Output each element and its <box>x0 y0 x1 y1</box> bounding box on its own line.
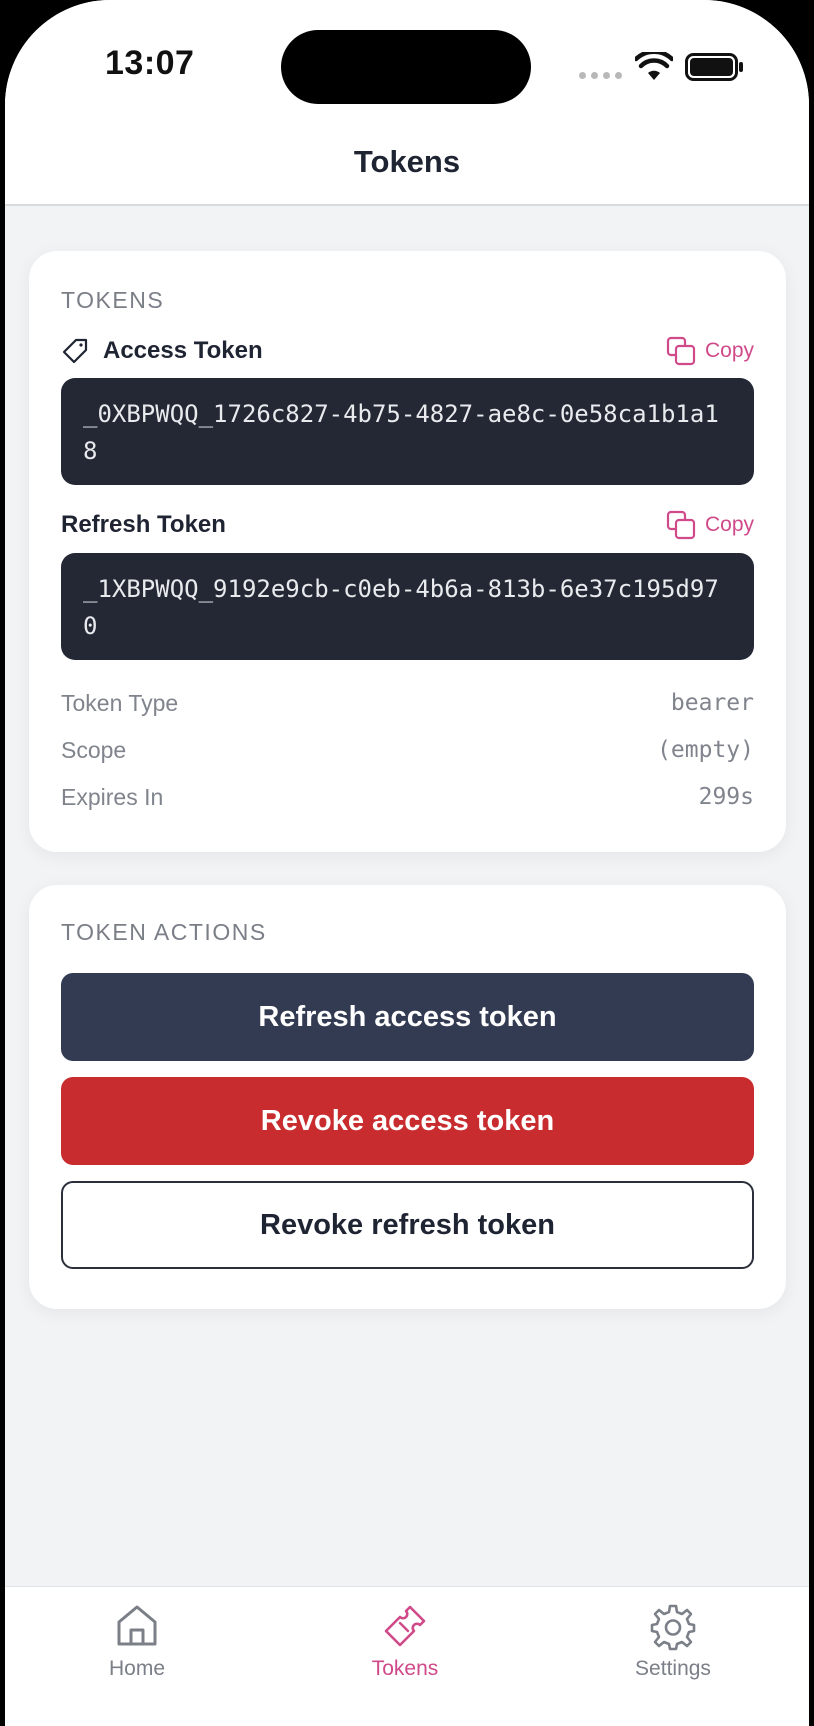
token-type-row: Token Type bearer <box>61 683 754 723</box>
access-token-header: Access Token Copy <box>61 333 754 369</box>
tab-settings[interactable]: Settings <box>593 1601 753 1681</box>
wifi-icon <box>635 52 673 80</box>
tab-home[interactable]: Home <box>57 1601 217 1681</box>
page-title: Tokens <box>353 144 461 179</box>
phone-screen: 13:07 Tokens TOKENS Access Token Copy _0… <box>5 0 809 1726</box>
copy-icon <box>666 510 696 540</box>
access-token-label: Access Token <box>103 337 263 364</box>
tab-tokens-label: Tokens <box>371 1657 439 1680</box>
revoke-refresh-token-button[interactable]: Revoke refresh token <box>61 1181 754 1269</box>
copy-refresh-token-label: Copy <box>704 513 754 536</box>
refresh-token-value[interactable]: _1XBPWQQ_9192e9cb-c0eb-4b6a-813b-6e37c19… <box>61 553 754 660</box>
expires-in-label: Expires In <box>61 783 164 810</box>
scope-row: Scope (empty) <box>61 730 754 770</box>
access-token-label-group: Access Token <box>61 337 263 365</box>
access-token-value[interactable]: _0XBPWQQ_1726c827-4b75-4827-ae8c-0e58ca1… <box>61 378 754 485</box>
tab-tokens[interactable]: Tokens <box>325 1601 485 1681</box>
tag-icon <box>62 338 88 364</box>
tab-settings-label: Settings <box>635 1657 711 1680</box>
dynamic-island <box>281 30 531 104</box>
token-type-label: Token Type <box>61 689 179 716</box>
navigation-bar: Tokens <box>5 130 809 206</box>
tab-bar: Home Tokens Settings <box>5 1586 809 1726</box>
refresh-token-label: Refresh Token <box>61 511 226 538</box>
copy-access-token-button[interactable]: Copy <box>665 335 754 367</box>
tab-home-label: Home <box>108 1657 166 1680</box>
refresh-token-header: Refresh Token Copy <box>61 507 754 543</box>
tokens-card: TOKENS Access Token Copy _0XBPWQQ_1726c8… <box>29 251 786 852</box>
expires-in-row: Expires In 299s <box>61 777 754 817</box>
status-time: 13:07 <box>105 44 195 82</box>
ticket-icon <box>384 1605 426 1647</box>
copy-access-token-label: Copy <box>704 339 754 362</box>
token-type-value: bearer <box>670 690 754 716</box>
home-icon <box>117 1605 157 1646</box>
token-actions-card: TOKEN ACTIONS Refresh access token Revok… <box>29 885 786 1309</box>
refresh-access-token-button[interactable]: Refresh access token <box>61 973 754 1061</box>
scope-label: Scope <box>61 736 127 763</box>
status-bar: 13:07 <box>5 0 809 130</box>
expires-in-value: 299s <box>698 784 754 810</box>
refresh-token-label-group: Refresh Token <box>61 511 226 539</box>
token-actions-section-title: TOKEN ACTIONS <box>61 919 267 945</box>
tokens-section-title: TOKENS <box>61 287 165 313</box>
battery-icon <box>685 53 743 81</box>
copy-icon <box>666 336 696 366</box>
copy-refresh-token-button[interactable]: Copy <box>665 509 754 541</box>
gear-icon <box>650 1604 696 1651</box>
cellular-signal-icon <box>579 72 622 79</box>
revoke-access-token-button[interactable]: Revoke access token <box>61 1077 754 1165</box>
scope-value: (empty) <box>657 737 754 763</box>
